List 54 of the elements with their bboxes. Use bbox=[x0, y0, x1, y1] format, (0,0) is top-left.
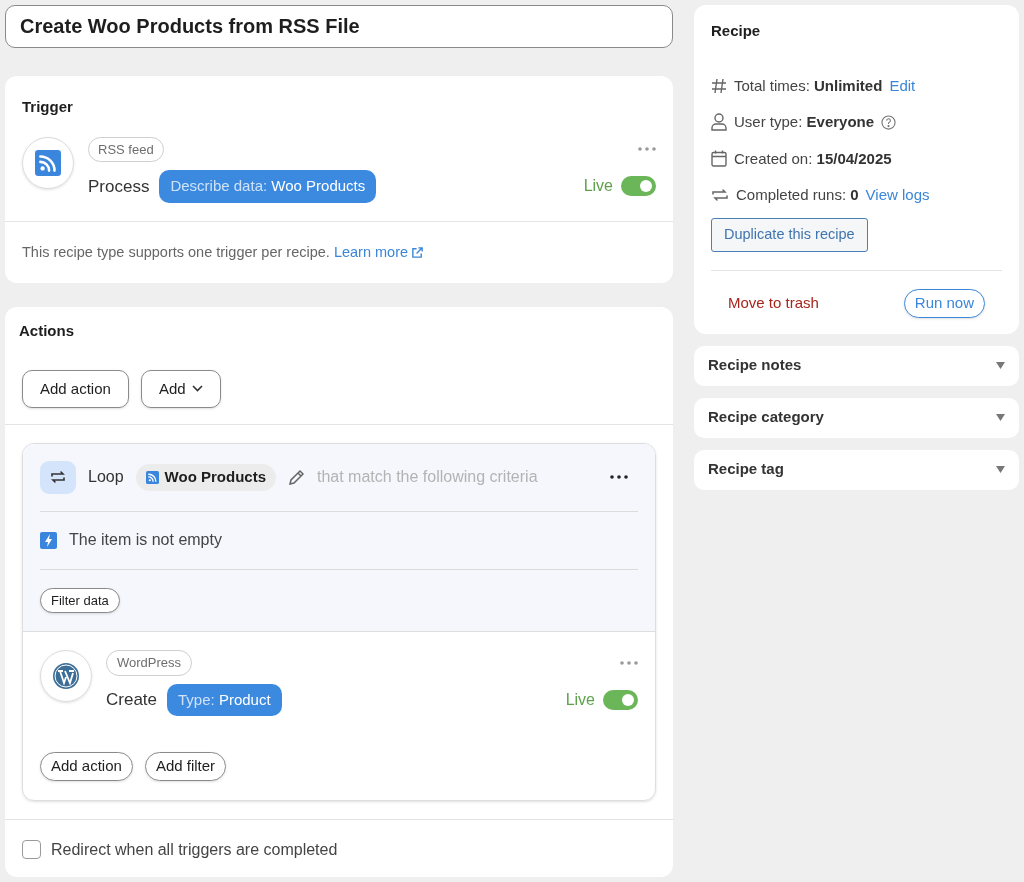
collapsible-panel[interactable]: Recipe category bbox=[694, 397, 1019, 438]
info-text: Total times: Unlimited bbox=[734, 75, 883, 96]
external-link-icon bbox=[411, 245, 425, 259]
rss-icon bbox=[145, 470, 159, 484]
chevron-down-icon bbox=[191, 385, 203, 393]
help-icon[interactable] bbox=[881, 114, 897, 130]
more-icon[interactable] bbox=[610, 475, 628, 480]
duplicate-recipe-button[interactable]: Duplicate this recipe bbox=[711, 217, 868, 252]
criteria-hint: that match the following criteria bbox=[317, 467, 539, 488]
collapsible-panel[interactable]: Recipe notes bbox=[694, 345, 1019, 386]
verb-label: Process bbox=[88, 175, 150, 198]
title-field[interactable]: Create Woo Products from RSS File bbox=[5, 5, 673, 48]
wordpress-icon bbox=[52, 662, 80, 690]
section-heading: Recipe bbox=[711, 21, 762, 41]
filter-data-button[interactable]: Filter data bbox=[40, 588, 120, 613]
repeat-icon bbox=[711, 187, 729, 204]
data-pill[interactable]: Describe data: Woo Products bbox=[159, 170, 377, 203]
info-text: Created on: 15/04/2025 bbox=[734, 148, 892, 169]
loop-label: Loop bbox=[88, 467, 124, 488]
add-dropdown-button[interactable]: Add bbox=[140, 369, 221, 408]
token-chip[interactable]: Woo Products bbox=[135, 464, 276, 491]
status-label: Live bbox=[583, 176, 613, 197]
info-link[interactable]: Edit bbox=[889, 74, 916, 97]
hash-icon bbox=[711, 77, 727, 94]
section-heading: Trigger bbox=[21, 97, 74, 117]
status-label: Live bbox=[565, 689, 595, 710]
caret-down-icon bbox=[996, 466, 1005, 473]
verb-label: Create bbox=[106, 689, 158, 711]
toggle-switch[interactable] bbox=[603, 689, 638, 710]
caret-down-icon bbox=[996, 414, 1005, 421]
info-link[interactable]: View logs bbox=[865, 184, 930, 207]
lightning-icon bbox=[40, 531, 57, 549]
pencil-icon[interactable] bbox=[288, 468, 305, 486]
redirect-label: Redirect when all triggers are completed bbox=[51, 839, 338, 860]
panel-title: Recipe notes bbox=[708, 355, 802, 376]
data-pill[interactable]: Type: Product bbox=[167, 683, 282, 716]
info-text: Completed runs: 0 bbox=[736, 185, 859, 205]
rss-icon bbox=[35, 149, 61, 176]
info-text: User type: Everyone bbox=[734, 112, 875, 132]
redirect-checkbox[interactable] bbox=[22, 840, 41, 859]
toggle-switch[interactable] bbox=[621, 176, 656, 197]
collapsible-panel[interactable]: Recipe tag bbox=[694, 449, 1019, 490]
trigger-note: This recipe type supports one trigger per recipe. Learn more bbox=[5, 220, 673, 284]
user-icon bbox=[711, 113, 727, 132]
panel-title: Recipe category bbox=[708, 407, 824, 428]
caret-down-icon bbox=[996, 362, 1005, 369]
section-heading: Actions bbox=[18, 321, 75, 342]
calendar-icon bbox=[711, 150, 727, 168]
loop-icon bbox=[40, 460, 76, 494]
learn-more-link[interactable]: Learn more bbox=[333, 241, 425, 264]
condition-text: The item is not empty bbox=[69, 530, 222, 551]
move-to-trash-link[interactable]: Move to trash bbox=[728, 291, 819, 315]
add-action-button[interactable]: Add action bbox=[22, 369, 129, 408]
panel-title: Recipe tag bbox=[708, 459, 784, 480]
